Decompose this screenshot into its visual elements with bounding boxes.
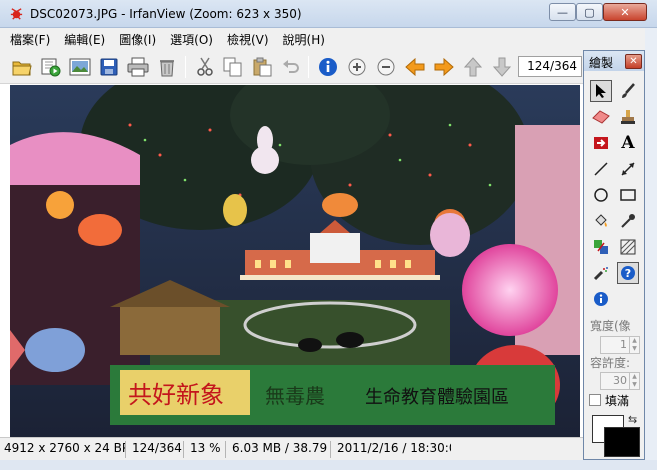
arrow-tool-icon[interactable] [590,132,612,154]
help-icon[interactable]: ? [617,262,639,284]
status-bar: 4912 x 2760 x 24 BPP 124/364 13 % 6.03 M… [0,437,583,460]
sign-right-text: 生命教育體驗園區 [365,387,509,408]
spinner-arrows-icon[interactable]: ▲ ▼ [629,373,639,389]
print-icon[interactable] [126,55,150,79]
menu-bar: 檔案(F) 編輯(E) 圖像(I) 選項(O) 檢視(V) 說明(H) [0,28,657,50]
paint-close-button[interactable]: ✕ [625,54,642,69]
brush-icon[interactable] [617,80,639,102]
window-frame-bottom [0,460,657,470]
width-label: 寬度(像 [590,319,631,333]
text-tool-icon[interactable]: A [617,132,639,154]
text-tool-glyph: A [621,133,635,153]
info-icon[interactable] [590,288,612,310]
tolerance-spinner[interactable]: 30 ▲ ▼ [600,372,640,390]
lantern-festival-photo: 共好新象 無毒農 生命教育體驗園區 [10,85,580,437]
cut-icon[interactable] [193,55,217,79]
width-spinner[interactable]: 1 ▲ ▼ [600,336,640,354]
color-picker-icon[interactable] [617,210,639,232]
zoom-out-icon[interactable] [374,55,398,79]
title-bar[interactable]: DSC02073.JPG - IrfanView (Zoom: 623 x 35… [0,0,657,28]
image-viewport[interactable]: 共好新象 無毒農 生命教育體驗園區 [10,85,580,437]
status-filesize: 6.03 MB / 38.79 MB [228,441,331,458]
sign-center-text: 無毒農 [265,384,325,408]
svg-text:?: ? [625,267,631,280]
fill-bucket-icon[interactable] [590,210,612,232]
thumbnails-icon[interactable] [68,55,92,79]
save-icon[interactable] [97,55,121,79]
rectangle-icon[interactable] [617,184,639,206]
spray-icon[interactable] [590,262,612,284]
paste-icon[interactable] [250,55,274,79]
window-frame-right [645,28,657,470]
info-icon[interactable] [316,55,340,79]
menu-view[interactable]: 檢視(V) [227,31,269,48]
paint-title: 繪製 [589,56,614,70]
close-icon: ✕ [620,5,630,19]
close-button[interactable]: ✕ [603,3,647,21]
irfanview-app-icon [10,8,23,20]
gradient-icon[interactable] [617,236,639,258]
maximize-icon: ▢ [584,5,595,19]
slideshow-icon[interactable] [39,55,63,79]
replace-color-icon[interactable] [590,236,612,258]
window-title: DSC02073.JPG - IrfanView (Zoom: 623 x 35… [30,7,302,21]
status-index: 124/364 [128,441,184,458]
line-icon[interactable] [590,158,612,180]
select-arrow-icon[interactable] [590,80,612,102]
page-counter[interactable]: 124/364 [518,56,582,77]
toolbar-separator [308,56,309,78]
last-icon[interactable] [490,55,514,79]
fill-label: 填滿 [605,394,630,408]
menu-help[interactable]: 說明(H) [283,31,325,48]
menu-image[interactable]: 圖像(I) [119,31,156,48]
fill-checkbox[interactable] [589,394,601,406]
toolbar: 124/364 [0,50,583,84]
status-dimensions: 4912 x 2760 x 24 BPP [0,441,126,458]
menu-file[interactable]: 檔案(F) [10,31,50,48]
circle-icon[interactable] [590,184,612,206]
clone-stamp-icon[interactable] [617,106,639,128]
maximize-button[interactable]: ▢ [576,3,603,21]
next-icon[interactable] [432,55,456,79]
status-datetime: 2011/2/16 / 18:30:04 [337,441,451,455]
copy-icon[interactable] [221,55,245,79]
open-icon[interactable] [10,55,34,79]
menu-edit[interactable]: 編輯(E) [64,31,105,48]
previous-icon[interactable] [403,55,427,79]
eraser-icon[interactable] [590,106,612,128]
status-zoom: 13 % [186,441,226,458]
minimize-button[interactable]: — [549,3,576,21]
minimize-icon: — [557,5,568,19]
toolbar-separator [185,56,186,78]
paint-dialog: 繪製 ✕ A ? 寬度(像 1 ▲ ▼ 容許度: 30 ▲ ▼ 填滿 ⇆ [583,50,645,460]
close-icon: ✕ [629,56,638,67]
first-icon[interactable] [461,55,485,79]
tolerance-value: 30 [613,374,627,387]
sign-left-text: 共好新象 [128,381,224,409]
foreground-color-swatch[interactable] [604,427,640,457]
menu-options[interactable]: 選項(O) [170,31,213,48]
undo-icon[interactable] [279,55,303,79]
paint-title-bar[interactable]: 繪製 ✕ [584,51,644,71]
tolerance-label: 容許度: [590,356,631,370]
delete-icon[interactable] [155,55,179,79]
swap-colors-icon[interactable]: ⇆ [628,413,637,426]
spinner-arrows-icon[interactable]: ▲ ▼ [629,337,639,353]
zoom-in-icon[interactable] [345,55,369,79]
width-value: 1 [620,338,627,351]
arrow-line-icon[interactable] [617,158,639,180]
